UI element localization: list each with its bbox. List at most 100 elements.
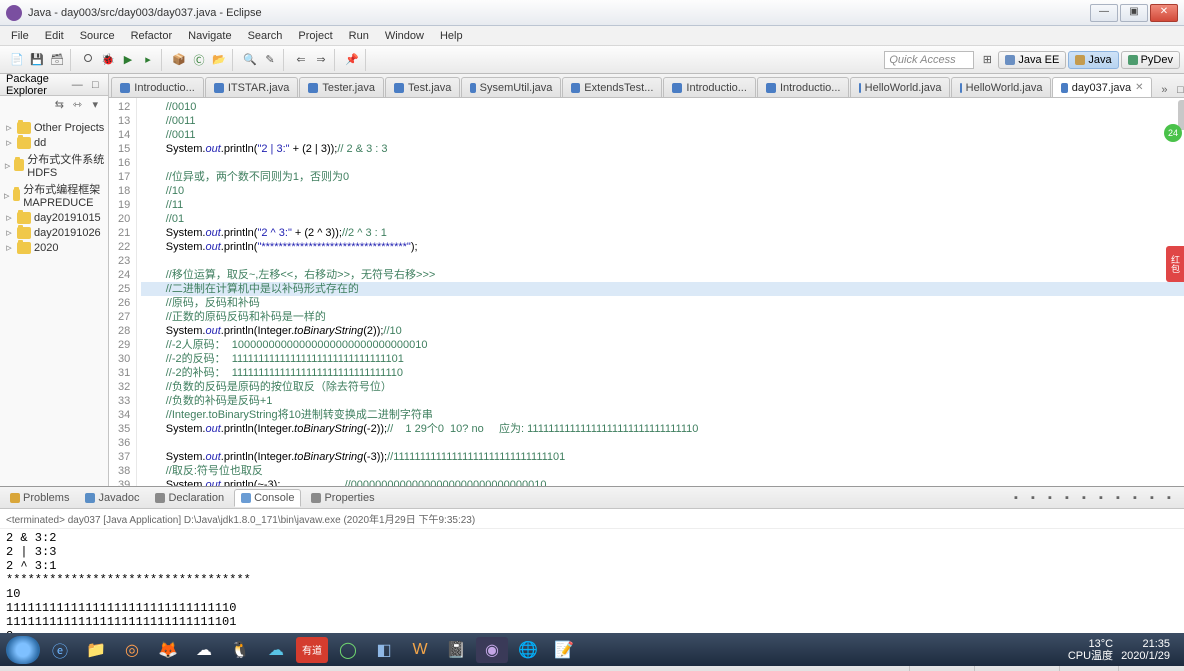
forward-button[interactable]: ⇒ bbox=[312, 51, 330, 69]
link-editor-button[interactable]: ⇿ bbox=[70, 98, 84, 112]
tree-item[interactable]: ▹分布式文件系统HDFS bbox=[2, 150, 106, 180]
console-tab-properties[interactable]: Properties bbox=[305, 490, 380, 506]
menu-search[interactable]: Search bbox=[241, 28, 290, 44]
editor-tab[interactable]: SysemUtil.java bbox=[461, 77, 561, 97]
close-button[interactable]: ✕ bbox=[1150, 4, 1178, 22]
youdao-icon[interactable]: 有道 bbox=[296, 637, 328, 663]
app2-icon[interactable]: ◧ bbox=[368, 637, 400, 663]
skip-breakpoints-icon[interactable]: ⭘ bbox=[79, 51, 97, 69]
app1-icon[interactable]: ◯ bbox=[332, 637, 364, 663]
view-maximize-button[interactable]: □ bbox=[88, 78, 102, 92]
menu-window[interactable]: Window bbox=[378, 28, 431, 44]
tree-item[interactable]: ▹dd bbox=[2, 135, 106, 150]
menu-project[interactable]: Project bbox=[291, 28, 339, 44]
editor-tab[interactable]: Tester.java bbox=[299, 77, 384, 97]
code-editor[interactable]: 1213141516171819202122232425262728293031… bbox=[109, 98, 1184, 486]
ie-icon[interactable]: ⓔ bbox=[44, 637, 76, 663]
menu-edit[interactable]: Edit bbox=[38, 28, 71, 44]
note-icon[interactable]: 📝 bbox=[548, 637, 580, 663]
maximize-button[interactable]: ▣ bbox=[1120, 4, 1148, 22]
open-perspective-button[interactable]: ⊞ bbox=[978, 51, 996, 69]
search-button[interactable]: 🔍 bbox=[241, 51, 259, 69]
terminate-button[interactable]: ▪ bbox=[1009, 491, 1023, 505]
menu-navigate[interactable]: Navigate bbox=[181, 28, 238, 44]
tab-list-button[interactable]: » bbox=[1157, 83, 1171, 97]
minimize-button[interactable]: — bbox=[1090, 4, 1118, 22]
code-body[interactable]: //0010 //0011 //0011 System.out.println(… bbox=[137, 98, 1184, 486]
media-icon[interactable]: ◎ bbox=[116, 637, 148, 663]
view-menu-button[interactable]: ▾ bbox=[88, 98, 102, 112]
tree-item[interactable]: ▹day20191015 bbox=[2, 210, 106, 225]
tree-item[interactable]: ▹Other Projects bbox=[2, 120, 106, 135]
project-tree[interactable]: ▹Other Projects▹dd▹分布式文件系统HDFS▹分布式编程框架MA… bbox=[0, 116, 108, 259]
green-badge[interactable]: 24 bbox=[1164, 124, 1182, 142]
maximize-console-button[interactable]: ▪ bbox=[1162, 491, 1176, 505]
collapse-all-button[interactable]: ⇆ bbox=[52, 98, 66, 112]
editor-tab[interactable]: Test.java bbox=[385, 77, 460, 97]
toggle-mark-button[interactable]: ✎ bbox=[261, 51, 279, 69]
perspective-pydev[interactable]: PyDev bbox=[1121, 51, 1180, 69]
cloud-icon[interactable]: ☁ bbox=[260, 637, 292, 663]
tree-item[interactable]: ▹2020 bbox=[2, 240, 106, 255]
firefox-icon[interactable]: 🦊 bbox=[152, 637, 184, 663]
pin-button[interactable]: 📌 bbox=[343, 51, 361, 69]
menu-refactor[interactable]: Refactor bbox=[124, 28, 180, 44]
remove-all-button[interactable]: ▪ bbox=[1043, 491, 1057, 505]
tray-time: 21:35 bbox=[1121, 638, 1170, 650]
quick-access-input[interactable]: Quick Access bbox=[884, 51, 974, 69]
console-tab-declaration[interactable]: Declaration bbox=[149, 490, 230, 506]
vertical-scrollbar[interactable] bbox=[1178, 100, 1184, 130]
perspective-java[interactable]: Java bbox=[1068, 51, 1118, 69]
pin-console-button[interactable]: ▪ bbox=[1094, 491, 1108, 505]
editor-tab[interactable]: ITSTAR.java bbox=[205, 77, 299, 97]
new-class-button[interactable]: Ⓒ bbox=[190, 51, 208, 69]
editor-tab[interactable]: HelloWorld.java bbox=[850, 77, 950, 97]
red-packet-badge[interactable]: 红包 bbox=[1166, 246, 1184, 282]
console-tab-javadoc[interactable]: Javadoc bbox=[79, 490, 145, 506]
console-tabs: ProblemsJavadocDeclarationConsolePropert… bbox=[0, 487, 1184, 509]
menu-run[interactable]: Run bbox=[342, 28, 376, 44]
editor-tab[interactable]: ExtendsTest... bbox=[562, 77, 662, 97]
minimize-console-button[interactable]: ▪ bbox=[1145, 491, 1159, 505]
qq-icon[interactable]: 🐧 bbox=[224, 637, 256, 663]
tree-item[interactable]: ▹分布式编程框架MAPREDUCE bbox=[2, 180, 106, 210]
notepad-icon[interactable]: 📓 bbox=[440, 637, 472, 663]
new-package-button[interactable]: 📦 bbox=[170, 51, 188, 69]
start-button[interactable] bbox=[6, 636, 40, 664]
package-explorer-title: Package Explorer bbox=[6, 73, 66, 97]
editor-tab[interactable]: Introductio... bbox=[111, 77, 204, 97]
menu-file[interactable]: File bbox=[4, 28, 36, 44]
explorer-icon[interactable]: 📁 bbox=[80, 637, 112, 663]
editor-tab[interactable]: HelloWorld.java bbox=[951, 77, 1051, 97]
wps-icon[interactable]: W bbox=[404, 637, 436, 663]
open-console-button[interactable]: ▪ bbox=[1128, 491, 1142, 505]
editor-maximize-button[interactable]: □ bbox=[1173, 83, 1184, 97]
new-button[interactable]: 📄 bbox=[8, 51, 26, 69]
clear-console-button[interactable]: ▪ bbox=[1060, 491, 1074, 505]
back-button[interactable]: ⇐ bbox=[292, 51, 310, 69]
baidu-icon[interactable]: ☁ bbox=[188, 637, 220, 663]
perspective-javaee[interactable]: Java EE bbox=[998, 51, 1066, 69]
editor-tab[interactable]: Introductio... bbox=[663, 77, 756, 97]
debug-button[interactable]: 🐞 bbox=[99, 51, 117, 69]
editor-tab[interactable]: day037.java✕ bbox=[1052, 77, 1152, 97]
console-tab-console[interactable]: Console bbox=[234, 489, 301, 507]
run-button[interactable]: ▶ bbox=[119, 51, 137, 69]
open-type-button[interactable]: 📂 bbox=[210, 51, 228, 69]
run-last-button[interactable]: ▸ bbox=[139, 51, 157, 69]
view-minimize-button[interactable]: — bbox=[70, 78, 84, 92]
menu-help[interactable]: Help bbox=[433, 28, 470, 44]
console-tab-problems[interactable]: Problems bbox=[4, 490, 75, 506]
close-tab-icon[interactable]: ✕ bbox=[1135, 82, 1143, 93]
display-console-button[interactable]: ▪ bbox=[1111, 491, 1125, 505]
save-button[interactable]: 💾 bbox=[28, 51, 46, 69]
scroll-lock-button[interactable]: ▪ bbox=[1077, 491, 1091, 505]
chrome-icon[interactable]: 🌐 bbox=[512, 637, 544, 663]
system-tray[interactable]: 13°C CPU温度 21:35 2020/1/29 bbox=[1068, 638, 1178, 662]
remove-launch-button[interactable]: ▪ bbox=[1026, 491, 1040, 505]
tree-item[interactable]: ▹day20191026 bbox=[2, 225, 106, 240]
menu-source[interactable]: Source bbox=[73, 28, 122, 44]
editor-tab[interactable]: Introductio... bbox=[757, 77, 850, 97]
eclipse-task-icon[interactable]: ◉ bbox=[476, 637, 508, 663]
save-all-button[interactable]: 🗃 bbox=[48, 51, 66, 69]
